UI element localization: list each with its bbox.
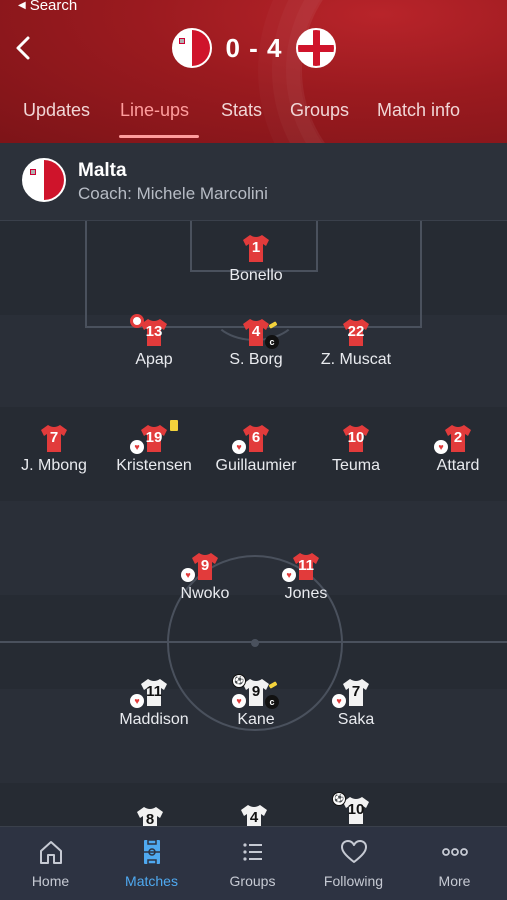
yellow-card-icon: [170, 420, 178, 431]
match-score: 0 - 4: [225, 32, 283, 63]
player-kane[interactable]: 9 ⚽ ♥ c Kane: [206, 674, 306, 729]
nav-matches[interactable]: Matches: [101, 827, 202, 900]
score-display: 0 - 4: [172, 26, 336, 70]
player-name: Jones: [284, 585, 328, 602]
player-name: Z. Muscat: [320, 351, 392, 368]
player-jones[interactable]: 11 ♥ Jones: [256, 551, 356, 603]
nav-more[interactable]: More: [404, 827, 505, 900]
red-shirt-icon: 10: [341, 423, 371, 453]
player-name: Teuma: [331, 457, 381, 474]
player-name: Nwoko: [180, 585, 230, 602]
tab-groups[interactable]: Groups: [290, 100, 349, 121]
player-name: Attard: [436, 457, 480, 474]
back-to-search[interactable]: ◀ Search: [18, 0, 77, 14]
substitution-icon: ♥: [130, 440, 144, 454]
nav-following[interactable]: Following: [303, 827, 404, 900]
goal-ball-icon: ⚽: [232, 674, 246, 688]
red-shirt-icon: 19 ♥: [130, 420, 178, 454]
back-triangle-icon: ◀: [18, 0, 26, 11]
goal-ball-icon: ⚽: [332, 792, 346, 806]
captain-icon: c: [265, 335, 279, 349]
player-name: Guillaumier: [215, 457, 297, 474]
target-icon: [130, 314, 144, 328]
match-tabs: Updates Line-ups Stats Groups Match info: [0, 96, 507, 136]
red-shirt-icon: 4 c: [241, 317, 279, 349]
malta-flag-icon: [172, 28, 212, 68]
red-shirt-icon: 6 ♥: [232, 423, 271, 454]
red-shirt-icon: 1: [241, 233, 271, 263]
nav-home[interactable]: Home: [0, 827, 101, 900]
active-tab-indicator: [119, 135, 199, 138]
white-shirt-icon: 9 ⚽ ♥ c: [232, 674, 279, 709]
white-shirt-icon: 8: [135, 805, 165, 826]
coach-name: Coach: Michele Marcolini: [78, 184, 268, 203]
list-icon: [242, 843, 262, 861]
player-name: Apap: [135, 351, 173, 368]
player-name: S. Borg: [229, 351, 283, 368]
pitch: 1 Bonello 13 Apap 4 c S. Borg 22 Z. Musc…: [0, 221, 507, 826]
player-s-borg[interactable]: 4 c S. Borg: [206, 317, 306, 369]
more-dots-icon: [441, 848, 468, 856]
player-saka[interactable]: 7 ♥ Saka: [306, 677, 406, 729]
center-spot: [251, 639, 259, 647]
player-england-4[interactable]: 4: [204, 803, 304, 826]
player-attard[interactable]: 2 ♥ Attard: [408, 423, 507, 475]
player-name: Saka: [337, 711, 375, 728]
substitution-icon: ♥: [181, 568, 195, 582]
bottom-navigation: Home Matches Groups Following More: [0, 826, 507, 900]
substitution-icon: ♥: [434, 440, 448, 454]
red-shirt-icon: 11 ♥: [282, 551, 321, 582]
substitution-icon: ♥: [130, 694, 144, 708]
player-j-mbong[interactable]: 7 J. Mbong: [4, 423, 104, 475]
england-flag-icon: [296, 28, 336, 68]
player-kristensen[interactable]: 19 ♥ Kristensen: [104, 420, 204, 475]
tab-line-ups[interactable]: Line-ups: [120, 100, 189, 121]
white-shirt-icon: 10 ⚽: [332, 792, 371, 825]
player-name: J. Mbong: [21, 457, 87, 474]
substitution-icon: ♥: [232, 694, 246, 708]
white-shirt-icon: 4: [239, 803, 269, 826]
home-icon: [39, 841, 62, 864]
red-shirt-icon: 13: [130, 314, 169, 347]
substitution-icon: ♥: [232, 440, 246, 454]
player-england-10[interactable]: 10 ⚽: [306, 792, 406, 825]
red-shirt-icon: 7: [39, 423, 69, 453]
player-bonello[interactable]: 1 Bonello: [206, 233, 306, 285]
team-info-bar: [0, 143, 507, 221]
back-search-label: Search: [29, 0, 78, 14]
player-name: Kristensen: [116, 457, 192, 474]
captain-icon: c: [265, 695, 279, 709]
red-shirt-icon: 9 ♥: [181, 551, 220, 582]
white-shirt-icon: 11 ♥: [130, 677, 169, 708]
player-teuma[interactable]: 10 Teuma: [306, 423, 406, 475]
player-guillaumier[interactable]: 6 ♥ Guillaumier: [206, 423, 306, 475]
red-shirt-icon: 2 ♥: [434, 423, 473, 454]
player-name: Kane: [237, 711, 275, 728]
player-name: Bonello: [229, 267, 283, 284]
player-england-8[interactable]: 8: [100, 805, 200, 826]
tab-updates[interactable]: Updates: [23, 100, 90, 121]
white-shirt-icon: 7 ♥: [332, 677, 371, 708]
nav-groups[interactable]: Groups: [202, 827, 303, 900]
match-header: ◀ Search 0 - 4 Updates Line-ups Stats Gr…: [0, 0, 507, 143]
player-apap[interactable]: 13 Apap: [104, 314, 204, 369]
substitution-icon: ♥: [282, 568, 296, 582]
tab-match-info[interactable]: Match info: [377, 100, 460, 121]
back-arrow-icon[interactable]: [10, 32, 38, 64]
malta-flag-icon: [22, 158, 66, 202]
team-name: Malta: [78, 160, 127, 181]
player-maddison[interactable]: 11 ♥ Maddison: [104, 677, 204, 729]
player-z-muscat[interactable]: 22 Z. Muscat: [306, 317, 406, 369]
heart-icon: [340, 840, 367, 863]
substitution-icon: ♥: [332, 694, 346, 708]
red-shirt-icon: 22: [341, 317, 371, 347]
player-name: Maddison: [119, 711, 189, 728]
pitch-icon: [143, 839, 160, 865]
player-nwoko[interactable]: 9 ♥ Nwoko: [155, 551, 255, 603]
tab-stats[interactable]: Stats: [221, 100, 262, 121]
